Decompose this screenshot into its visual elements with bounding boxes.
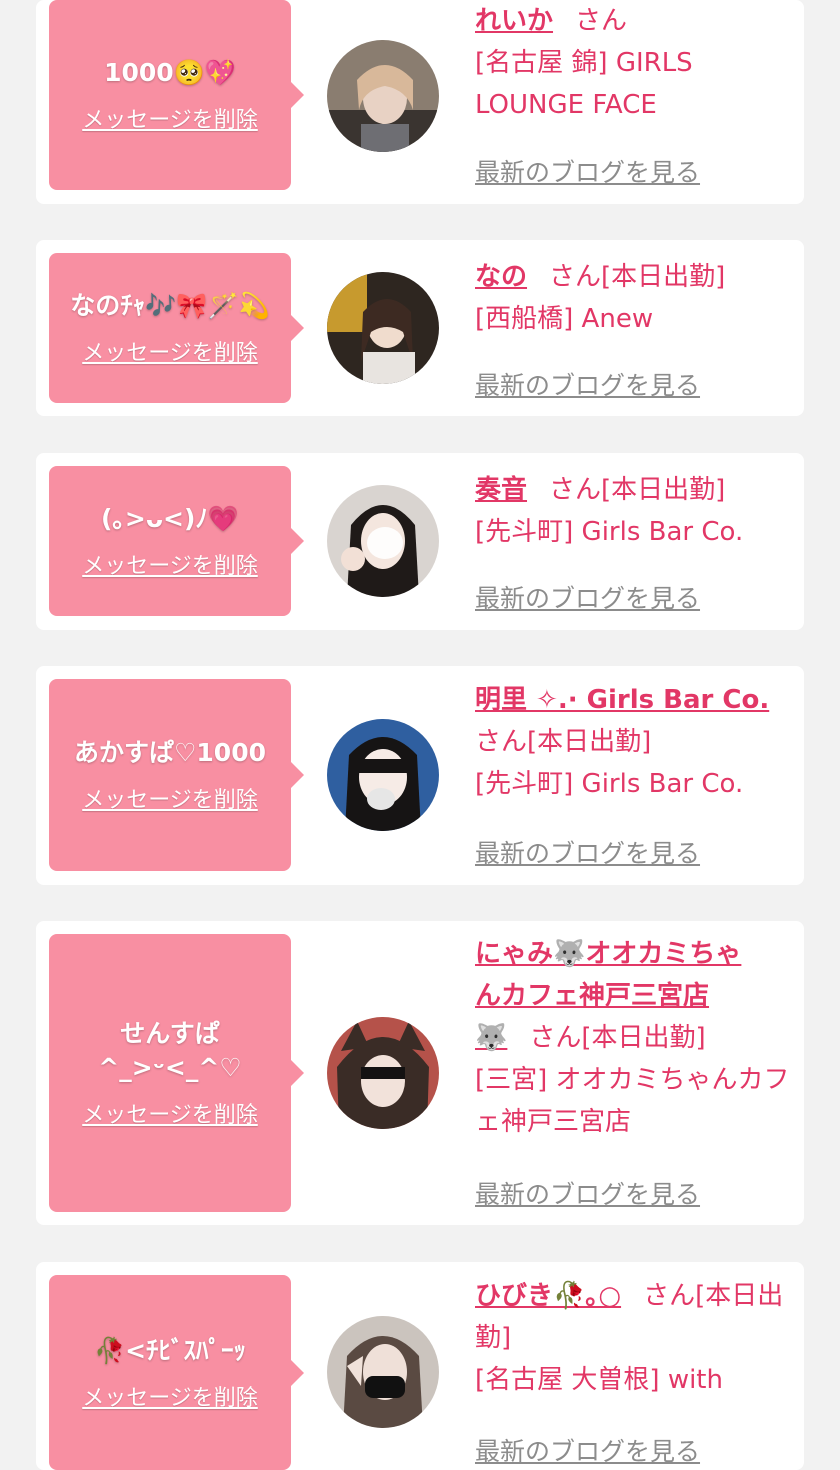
- message-text: (｡>ᴗ<)ﾉ💗: [100, 504, 240, 533]
- shop-label: [名古屋 錦] GIRLS LOUNGE FACE: [475, 48, 693, 120]
- cast-name-link-cont[interactable]: 🐺: [475, 1023, 507, 1053]
- avatar[interactable]: [327, 719, 439, 831]
- message-card: あかすぱ♡1000 メッセージを削除 明里 ✧.· Girls Bar Co. …: [36, 666, 804, 885]
- message-text: なのﾁｬ🎶🎀🪄💫: [70, 291, 270, 320]
- cast-name-link-cont[interactable]: んカフェ神戸三宮店: [475, 975, 709, 1017]
- message-card: なのﾁｬ🎶🎀🪄💫 メッセージを削除 なの さん[本日出勤] [西船橋] Anew …: [36, 240, 804, 416]
- message-card: 🥀<ﾁﾋﾞｽﾊﾟｰｯ メッセージを削除 ひびき🥀｡○ さん[本日出勤] [名古屋 …: [36, 1262, 804, 1470]
- message-card: 1000🥺💖 メッセージを削除 れいか さん [名古屋 錦] GIRLS LOUN…: [36, 0, 804, 204]
- delete-message-link[interactable]: メッセージを削除: [82, 782, 258, 814]
- message-bubble: あかすぱ♡1000 メッセージを削除: [49, 679, 304, 871]
- delete-message-link[interactable]: メッセージを削除: [82, 1380, 258, 1412]
- latest-blog-link[interactable]: 最新のブログを見る: [475, 579, 700, 615]
- profile-info: なの さん[本日出勤] [西船橋] Anew: [475, 256, 793, 340]
- avatar[interactable]: [327, 272, 439, 384]
- cast-name-link[interactable]: なの: [475, 262, 527, 292]
- shop-label: [先斗町] Girls Bar Co.: [475, 517, 744, 547]
- cast-name-link[interactable]: 奏音: [475, 475, 527, 505]
- cast-name-link[interactable]: れいか: [475, 6, 553, 36]
- message-card: せんすぱ^_>ᵕ<_^♡ メッセージを削除 にゃみ🐺オオカミちゃ んカフェ神戸三…: [36, 921, 804, 1225]
- honorific: さん: [549, 475, 602, 505]
- shop-label: [先斗町] Girls Bar Co.: [475, 769, 744, 799]
- avatar[interactable]: [327, 1316, 439, 1428]
- latest-blog-link[interactable]: 最新のブログを見る: [475, 1175, 700, 1211]
- honorific: さん: [475, 727, 528, 757]
- message-bubble: (｡>ᴗ<)ﾉ💗 メッセージを削除: [49, 466, 304, 616]
- shop-label: [名古屋 大曽根] with: [475, 1365, 723, 1395]
- today-badge: [本日出勤]: [601, 262, 726, 292]
- latest-blog-link[interactable]: 最新のブログを見る: [475, 834, 700, 870]
- honorific: さん: [549, 262, 602, 292]
- honorific: さん: [529, 1023, 582, 1053]
- message-text: 1000🥺💖: [104, 58, 236, 87]
- message-bubble: せんすぱ^_>ᵕ<_^♡ メッセージを削除: [49, 934, 304, 1212]
- delete-message-link[interactable]: メッセージを削除: [82, 335, 258, 367]
- shop-label: [西船橋] Anew: [475, 304, 654, 334]
- message-bubble: なのﾁｬ🎶🎀🪄💫 メッセージを削除: [49, 253, 304, 403]
- latest-blog-link[interactable]: 最新のブログを見る: [475, 366, 700, 402]
- latest-blog-link[interactable]: 最新のブログを見る: [475, 1432, 700, 1468]
- delete-message-link[interactable]: メッセージを削除: [82, 102, 258, 134]
- profile-info: にゃみ🐺オオカミちゃ んカフェ神戸三宮店 🐺 さん[本日出勤] [三宮] オオカミ…: [475, 933, 805, 1143]
- message-text: あかすぱ♡1000: [74, 738, 266, 767]
- cast-name-link[interactable]: ひびき🥀｡○: [475, 1281, 621, 1311]
- message-text: せんすぱ^_>ᵕ<_^♡: [98, 1019, 242, 1082]
- shop-label: [三宮] オオカミちゃんカフェ神戸三宮店: [475, 1065, 790, 1137]
- profile-info: 明里 ✧.· Girls Bar Co. さん[本日出勤] [先斗町] Girl…: [475, 679, 793, 805]
- message-text: 🥀<ﾁﾋﾞｽﾊﾟｰｯ: [93, 1335, 247, 1365]
- today-badge: [本日出勤]: [581, 1023, 706, 1053]
- message-bubble: 🥀<ﾁﾋﾞｽﾊﾟｰｯ メッセージを削除: [49, 1275, 304, 1470]
- delete-message-link[interactable]: メッセージを削除: [82, 548, 258, 580]
- profile-info: れいか さん [名古屋 錦] GIRLS LOUNGE FACE: [475, 0, 793, 126]
- today-badge: [本日出勤]: [601, 475, 726, 505]
- avatar[interactable]: [327, 40, 439, 152]
- cast-name-link[interactable]: にゃみ🐺オオカミちゃ: [475, 933, 741, 975]
- message-bubble: 1000🥺💖 メッセージを削除: [49, 0, 304, 190]
- profile-info: ひびき🥀｡○ さん[本日出勤] [名古屋 大曽根] with: [475, 1275, 785, 1401]
- delete-message-link[interactable]: メッセージを削除: [82, 1097, 258, 1129]
- today-badge: [本日出勤]: [527, 727, 652, 757]
- honorific: さん: [643, 1281, 696, 1311]
- avatar[interactable]: [327, 1017, 439, 1129]
- honorific: さん: [575, 6, 628, 36]
- avatar[interactable]: [327, 485, 439, 597]
- cast-name-link[interactable]: 明里 ✧.· Girls Bar Co.: [475, 679, 769, 721]
- latest-blog-link[interactable]: 最新のブログを見る: [475, 153, 700, 189]
- profile-info: 奏音 さん[本日出勤] [先斗町] Girls Bar Co.: [475, 469, 793, 553]
- message-card: (｡>ᴗ<)ﾉ💗 メッセージを削除 奏音 さん[本日出勤] [先斗町] Girls…: [36, 453, 804, 630]
